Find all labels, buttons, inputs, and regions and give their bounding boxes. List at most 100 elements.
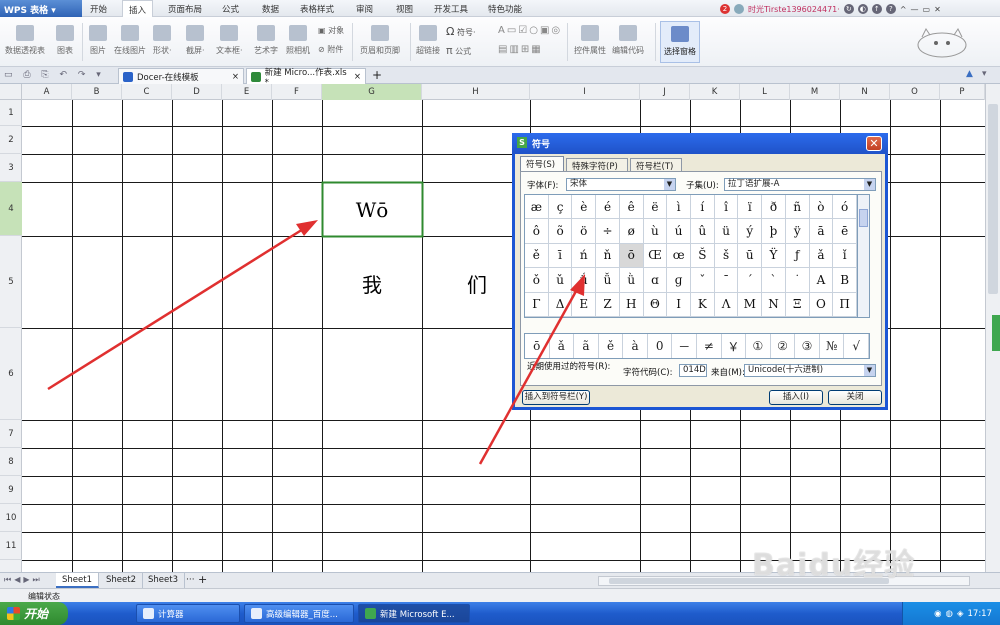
menu-table-style[interactable]: 表格样式 [300,3,334,15]
recent-symbol-cell[interactable]: ≠ [697,334,722,358]
symbol-cell[interactable]: é [596,195,620,220]
column-header-h[interactable]: H [422,84,530,100]
symbol-cell[interactable]: Ξ [785,292,810,317]
wps-app-menu[interactable]: WPS 表格 ▾ [0,0,82,17]
symbol-cell[interactable]: Ν [762,292,786,317]
recent-symbol-cell[interactable]: ō [525,334,550,358]
skin-icon[interactable]: ◐ [857,4,868,14]
tab-new-workbook[interactable]: 新建 Micro...作表.xls * × [246,68,366,88]
symbol-cell[interactable]: Γ [525,292,549,317]
account-name[interactable]: 时光Tirste1396024471· [748,4,840,15]
menu-home[interactable]: 开始 [90,3,107,15]
dialog-title-bar[interactable]: S 符号 ✕ [512,133,888,154]
header-footer-button[interactable]: 页眉和页脚 [360,25,400,56]
symbol-cell[interactable]: ˇ [690,268,715,293]
attachment-button[interactable]: ⊘ 附件 [318,44,343,55]
row-header-8[interactable]: 8 [0,448,22,476]
symbol-cell[interactable]: ñ [785,195,810,220]
insert-to-symbol-bar-button[interactable]: 插入到符号栏(Y) [522,390,590,405]
symbol-grid-scrollbar[interactable] [858,194,870,318]
form-controls[interactable]: A▭☑○▣◎ [498,25,562,36]
symbol-cell[interactable]: Δ [548,292,573,317]
row-header-9[interactable]: 9 [0,476,22,504]
column-header-m[interactable]: M [790,84,840,100]
security-icon[interactable]: ◈ [957,609,964,619]
symbol-cell[interactable]: ō [619,243,644,269]
scroll-thumb[interactable] [988,104,998,294]
close-window-icon[interactable]: ✕ [934,5,941,14]
recent-symbol-cell[interactable]: ￥ [722,334,747,358]
close-tab-icon[interactable]: × [232,72,239,82]
row-header-7[interactable]: 7 [0,420,22,448]
column-header-l[interactable]: L [740,84,790,100]
symbol-cell[interactable]: ÷ [596,219,620,244]
symbol-cell[interactable]: Œ [643,243,668,269]
symbol-cell[interactable]: Η [619,292,644,317]
close-button[interactable]: 关闭 [828,390,882,405]
cell-g5[interactable]: 我 [362,273,382,297]
add-sheet-button[interactable]: + [198,573,207,586]
restore-window-icon[interactable]: ▭ [923,5,931,14]
menu-page-layout[interactable]: 页面布局 [168,3,202,15]
insert-button[interactable]: 插入(I) [769,390,823,405]
symbol-cell[interactable]: Θ [643,292,668,317]
form-controls-2[interactable]: ▤▥⊞▦ [498,44,543,55]
symbol-cell[interactable]: ç [548,195,573,220]
cell-g4[interactable]: Wō [356,198,389,222]
symbol-cell[interactable]: Κ [690,292,715,317]
symbol-cell[interactable]: ü [714,219,739,244]
symbol-cell[interactable]: ˊ [738,268,763,293]
symbol-cell[interactable]: í [690,195,715,220]
recent-symbol-cell[interactable]: ② [771,334,796,358]
new-tab-button[interactable]: + [372,68,382,82]
menu-view[interactable]: 视图 [396,3,413,15]
symbol-cell[interactable]: ƒ [785,243,810,269]
symbol-cell[interactable]: Š [690,243,715,269]
sheet-tab-3[interactable]: Sheet3 [142,573,185,588]
column-header-d[interactable]: D [172,84,222,100]
symbol-cell[interactable]: ò [809,195,834,220]
row-header-4[interactable]: 4 [0,182,22,236]
recent-symbol-cell[interactable]: ǎ [550,334,575,358]
symbol-cell[interactable]: ǒ [525,268,549,293]
symbol-cell[interactable]: Λ [714,292,739,317]
column-header-p[interactable]: P [940,84,985,100]
symbol-cell[interactable]: ˋ [762,268,786,293]
symbol-cell[interactable]: ˙ [785,268,810,293]
sync-icon[interactable]: ↻ [843,4,854,14]
symbol-cell[interactable]: ū [738,243,763,269]
column-header-n[interactable]: N [840,84,890,100]
picture-button[interactable]: 图片 [89,25,107,56]
symbol-cell[interactable]: Μ [738,292,763,317]
symbol-cell[interactable]: û [690,219,715,244]
clock[interactable]: 17:17 [968,609,993,619]
column-header-a[interactable]: A [22,84,72,100]
textbox-button[interactable]: 文本框· [216,25,243,56]
menu-featured[interactable]: 特色功能 [488,3,522,15]
share-icon[interactable]: ↑ [871,4,882,14]
row-header-1[interactable]: 1 [0,100,22,126]
tab-symbols[interactable]: 符号(S) [520,156,564,172]
subset-select[interactable]: 拉丁语扩展-A ▼ [724,178,876,191]
recent-symbol-cell[interactable]: № [820,334,845,358]
sheet-nav-arrows[interactable]: ⏮◀▶⏭ [4,575,43,585]
symbol-cell[interactable]: Ζ [596,292,620,317]
symbol-cell[interactable]: ń [572,243,597,269]
quick-access-toolbar[interactable]: ▭ ⎙ ⎘ ↶ ↷ ▾ [4,70,105,80]
sheet-tab-2[interactable]: Sheet2 [100,573,143,588]
symbol-cell[interactable]: Π [833,292,857,317]
symbol-cell[interactable]: ý [738,219,763,244]
symbol-cell[interactable]: ň [596,243,620,269]
symbol-cell[interactable]: õ [548,219,573,244]
symbol-grid[interactable]: æ ç è é ê ë ì í î ï ð ñ ò ó ô õ ö ÷ ø ù ú û ü ý þ ÿ ā ē ě ī ń ň ō Œœ Šš ū Ÿƒ… [524,194,858,318]
cell-h5[interactable]: 们 [467,273,487,297]
close-tab-icon[interactable]: × [354,72,361,82]
column-header-c[interactable]: C [122,84,172,100]
symbol-cell[interactable]: ē [833,219,857,244]
recent-symbol-cell[interactable]: － [672,334,697,358]
font-select[interactable]: 宋体 ▼ [566,178,676,191]
column-header-j[interactable]: J [640,84,690,100]
recent-symbol-cell[interactable]: ③ [795,334,820,358]
control-properties-button[interactable]: 控件属性 [574,25,606,56]
start-button[interactable]: 开始 [0,602,68,625]
